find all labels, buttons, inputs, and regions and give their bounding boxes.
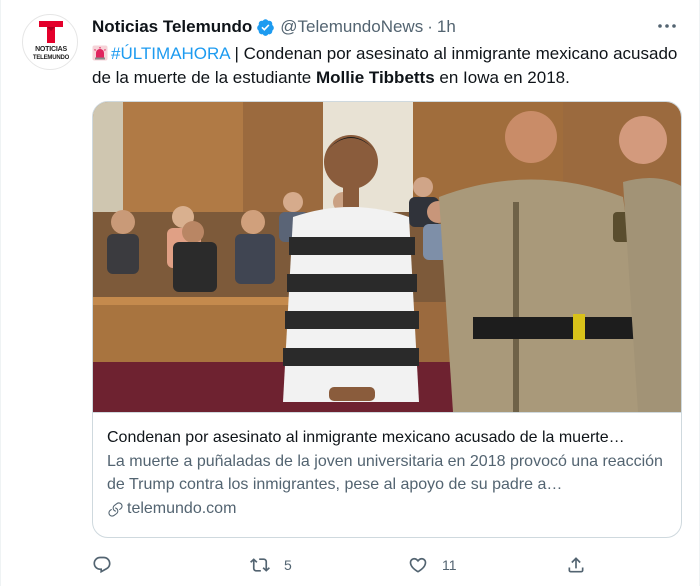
action-bar: 5 11 — [92, 552, 592, 578]
tweet-timestamp[interactable]: 1h — [437, 17, 456, 37]
share-icon — [568, 557, 584, 573]
retweet-button[interactable]: 5 — [250, 552, 292, 578]
telemundo-logo-icon — [39, 21, 63, 43]
separator-dot: · — [427, 17, 433, 36]
retweet-count: 5 — [284, 557, 292, 573]
card-domain: telemundo.com — [107, 498, 669, 520]
like-icon — [409, 557, 427, 573]
tweet: NOTICIAS TELEMUNDO Noticias Telemundo @T… — [0, 0, 700, 586]
like-count: 11 — [442, 557, 457, 573]
siren-icon — [92, 45, 108, 61]
reply-icon — [93, 556, 111, 574]
author-handle[interactable]: @TelemundoNews — [280, 17, 423, 37]
card-domain-text: telemundo.com — [127, 500, 237, 517]
link-icon — [108, 501, 123, 517]
tweet-header: Noticias Telemundo @TelemundoNews · 1h — [92, 16, 456, 38]
retweet-icon — [250, 558, 270, 572]
author-name[interactable]: Noticias Telemundo — [92, 17, 252, 37]
link-card[interactable]: Condenan por asesinato al inmigrante mex… — [92, 101, 682, 538]
reply-button[interactable] — [92, 552, 126, 578]
tweet-text: #ÚLTIMAHORA | Condenan por asesinato al … — [92, 42, 682, 90]
avatar-logo-line1: NOTICIAS — [35, 46, 67, 53]
verified-badge-icon — [257, 18, 275, 36]
hashtag-link[interactable]: #ÚLTIMAHORA — [111, 44, 230, 63]
more-options-icon[interactable] — [655, 14, 679, 38]
tweet-text-part2: en Iowa en 2018. — [434, 68, 570, 87]
card-photo[interactable] — [93, 102, 682, 412]
like-button[interactable]: 11 — [408, 552, 457, 578]
share-button[interactable] — [566, 552, 586, 578]
tweet-text-bold-name: Mollie Tibbetts — [315, 68, 435, 87]
avatar[interactable]: NOTICIAS TELEMUNDO — [22, 14, 78, 70]
card-description: La muerte a puñaladas de la joven univer… — [107, 453, 663, 493]
card-title[interactable]: Condenan por asesinato al inmigrante mex… — [107, 427, 669, 449]
card-meta[interactable]: Condenan por asesinato al inmigrante mex… — [93, 412, 681, 537]
avatar-logo-line2: TELEMUNDO — [32, 55, 70, 61]
